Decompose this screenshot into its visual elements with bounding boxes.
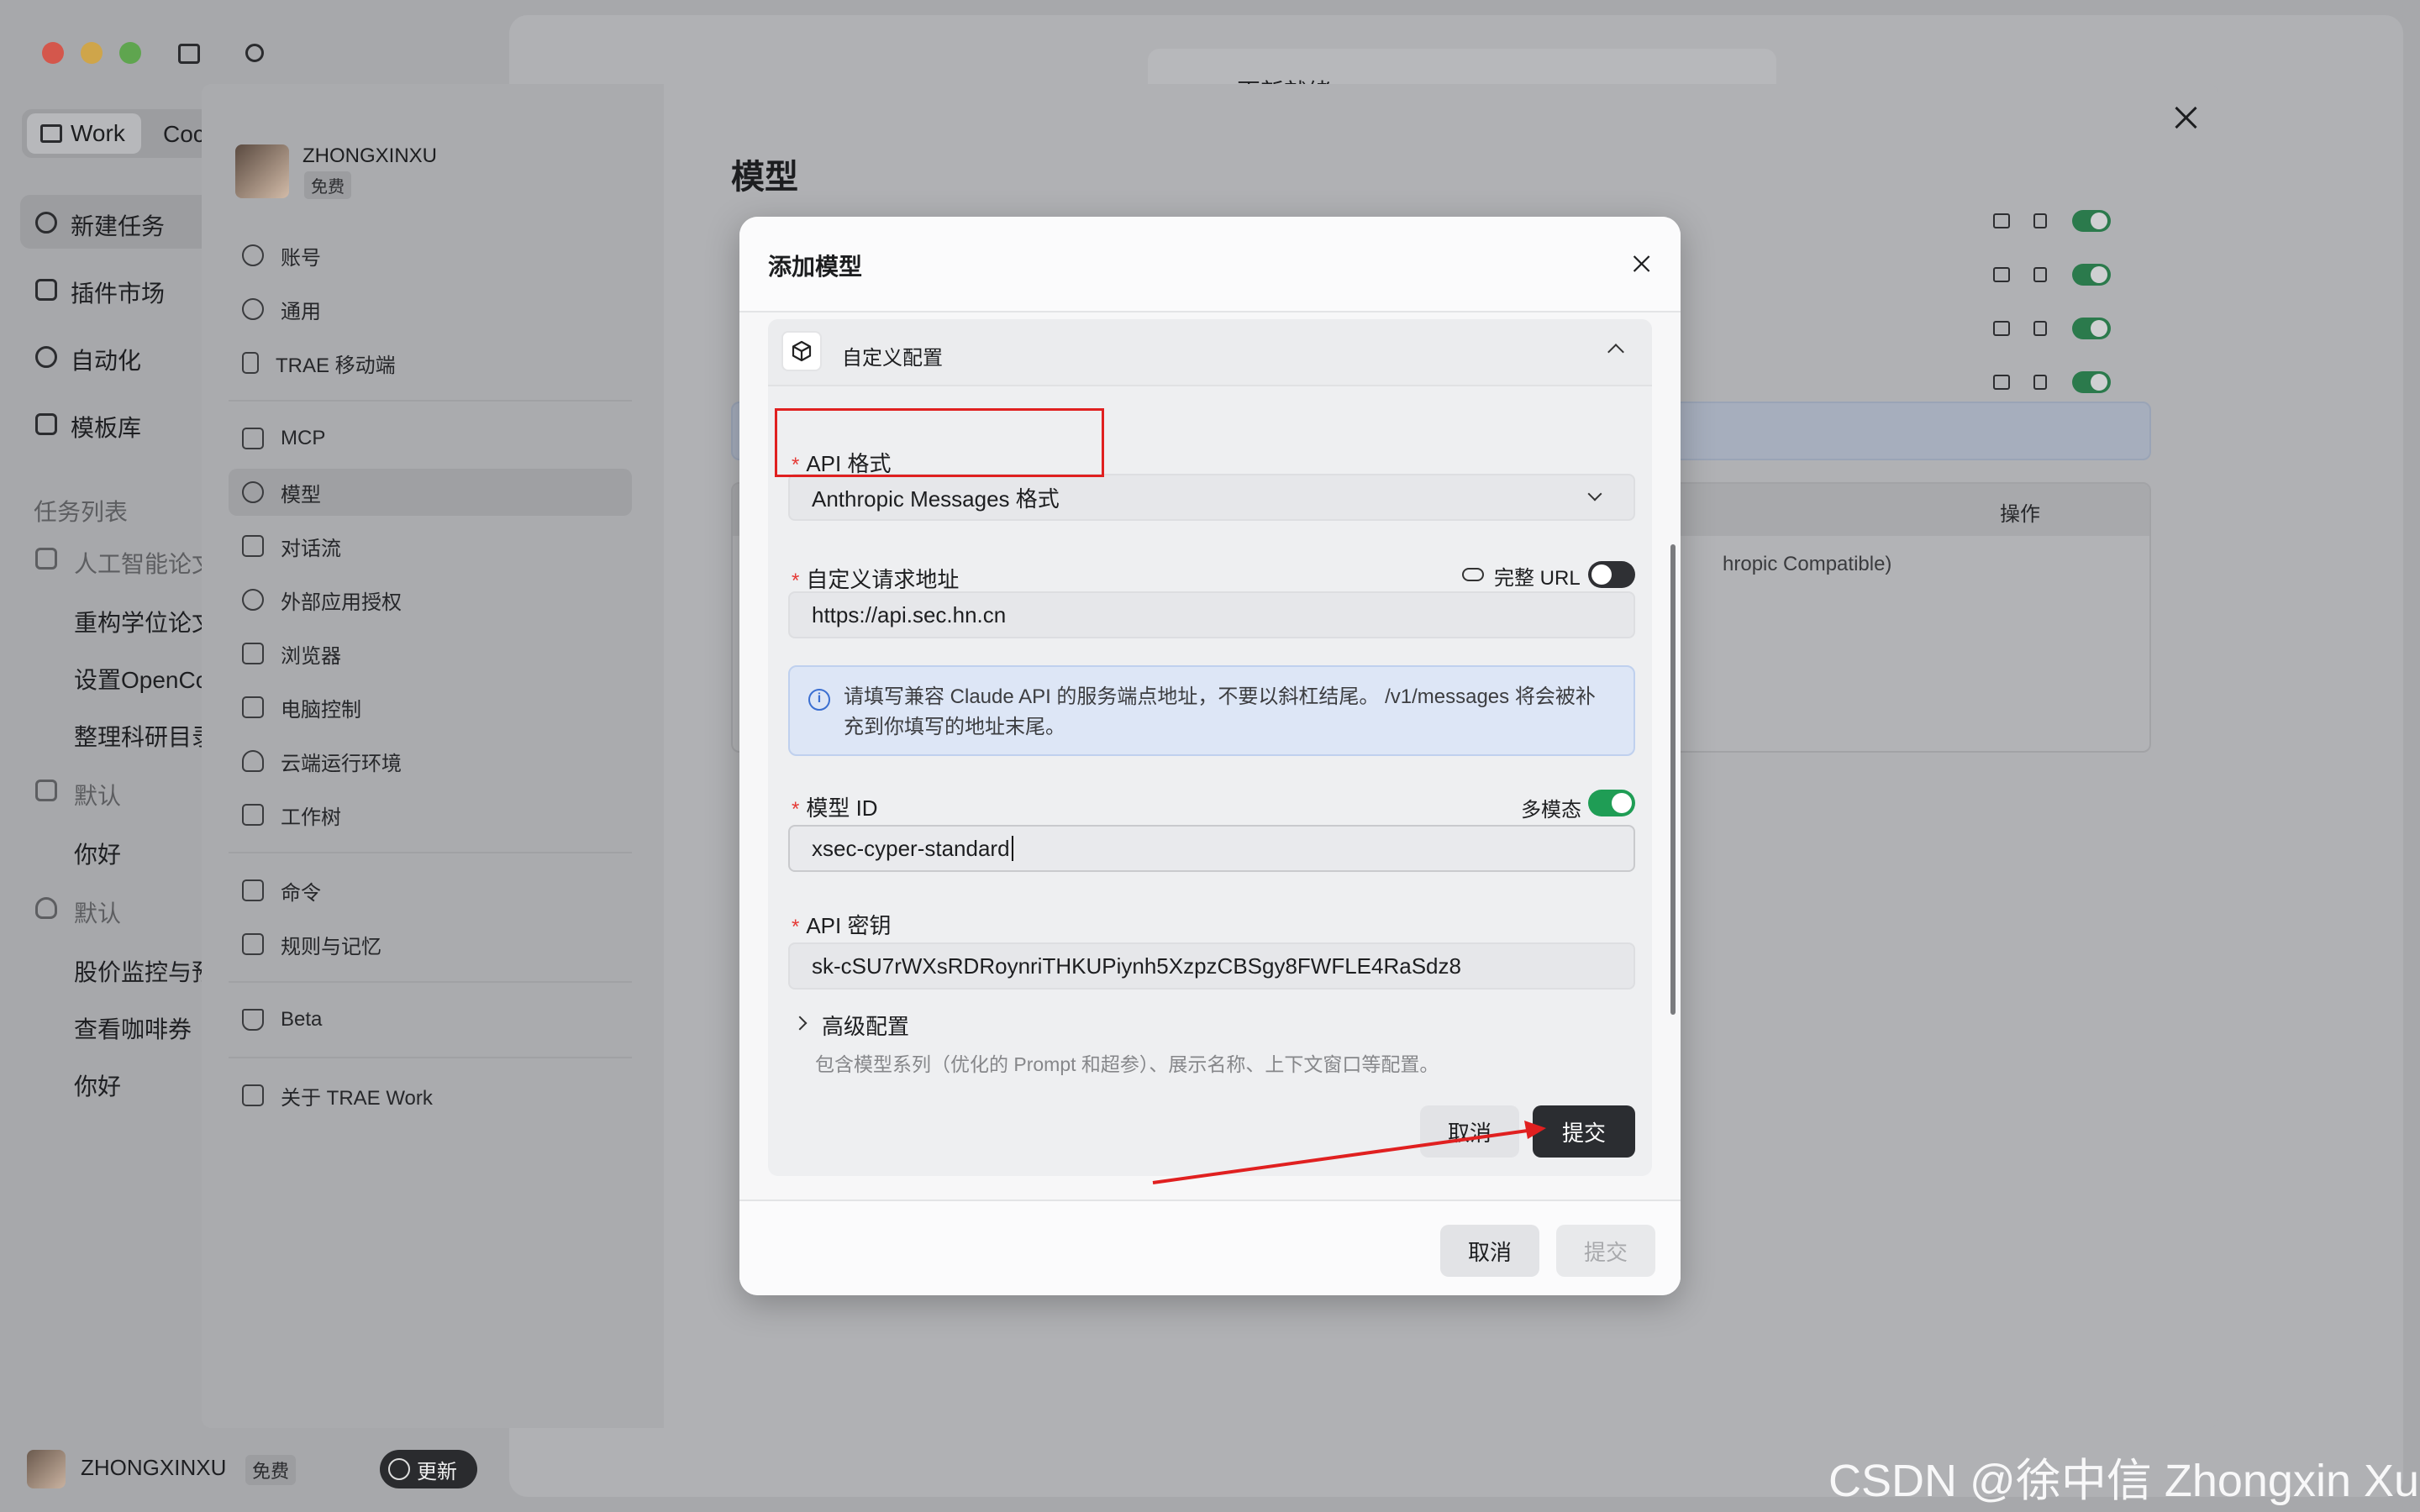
annotation-arrow — [1152, 1121, 1546, 1184]
watermark: CSDN @徐中信 Zhongxin Xu — [1828, 1456, 2420, 1506]
